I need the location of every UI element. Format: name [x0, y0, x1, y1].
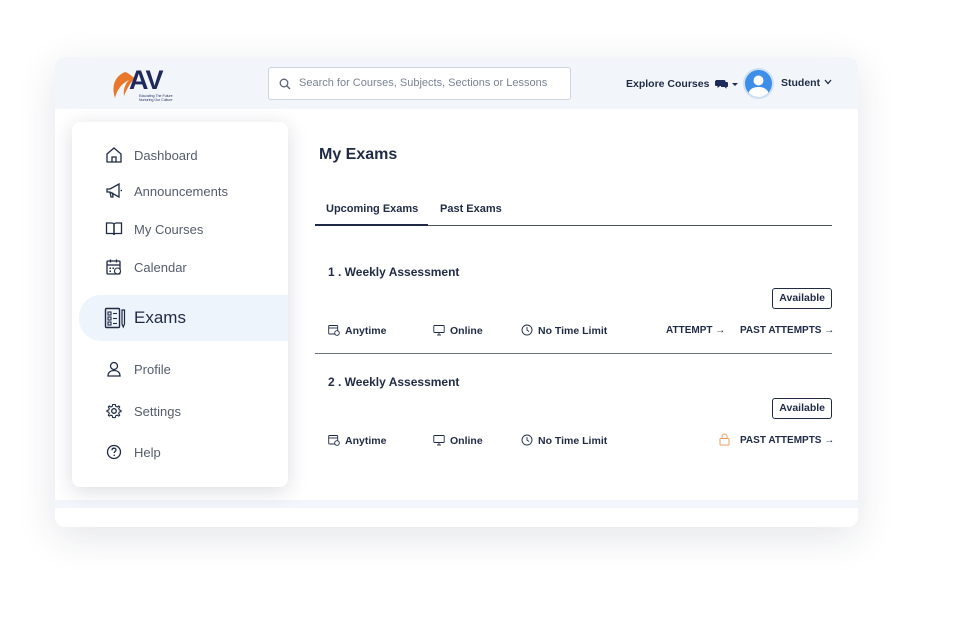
- home-icon: [106, 147, 122, 163]
- past-attempts-button[interactable]: PAST ATTEMPTS →: [740, 325, 834, 336]
- search-placeholder: Search for Courses, Subjects, Sections o…: [299, 77, 548, 89]
- sidebar-item-label: Dashboard: [134, 148, 198, 163]
- past-attempts-button[interactable]: PAST ATTEMPTS →: [740, 435, 834, 446]
- attempt-button[interactable]: ATTEMPT →: [666, 325, 725, 336]
- sidebar-item-label: Calendar: [134, 260, 187, 275]
- sidebar-item-help[interactable]: Help: [72, 437, 288, 467]
- time-limit-text: No Time Limit: [538, 325, 608, 337]
- exam-icon: [104, 307, 126, 329]
- user-name[interactable]: Student: [781, 77, 820, 89]
- logo[interactable]: AV Educating The Future Nurturing Our Cu…: [109, 65, 173, 103]
- sidebar-item-label: Settings: [134, 404, 181, 419]
- exam-card-1: 1 . Weekly Assessment Available Anytime …: [315, 265, 834, 345]
- exam-divider: [315, 353, 832, 354]
- sidebar-item-announcements[interactable]: Announcements: [72, 176, 288, 206]
- exam-card-2: 2 . Weekly Assessment Available Anytime …: [315, 375, 834, 455]
- sidebar-item-calendar[interactable]: Calendar: [72, 252, 288, 282]
- sidebar-item-my-courses[interactable]: My Courses: [72, 214, 288, 244]
- search-icon: [279, 78, 291, 90]
- exam-title: 2 . Weekly Assessment: [328, 375, 460, 389]
- sidebar-item-exams[interactable]: Exams: [79, 295, 288, 341]
- page-title: My Exams: [319, 146, 398, 163]
- calendar-icon: [106, 259, 122, 275]
- clock-icon: [521, 324, 533, 336]
- help-icon: [106, 444, 122, 460]
- clock-icon: [521, 434, 533, 446]
- user-avatar-icon: [748, 75, 769, 97]
- monitor-icon: [433, 325, 445, 336]
- logo-text: AV: [129, 65, 164, 95]
- mode-text: Online: [450, 435, 483, 447]
- footer-strip: [55, 500, 858, 508]
- active-tab-indicator: [315, 224, 428, 226]
- availability-text: Anytime: [345, 325, 387, 337]
- sidebar-item-label: Exams: [134, 308, 186, 327]
- exam-title: 1 . Weekly Assessment: [328, 265, 460, 279]
- sidebar-item-label: Announcements: [134, 184, 228, 199]
- mode-text: Online: [450, 325, 483, 337]
- chat-dropdown-icon[interactable]: [715, 78, 739, 90]
- calendar-clock-icon: [328, 325, 340, 336]
- megaphone-icon: [106, 182, 122, 199]
- gear-icon: [106, 403, 122, 419]
- top-header: AV Educating The Future Nurturing Our Cu…: [55, 57, 858, 109]
- search-input[interactable]: Search for Courses, Subjects, Sections o…: [268, 67, 571, 100]
- monitor-icon: [433, 435, 445, 446]
- logo-tagline: Educating The Future Nurturing Our Cultu…: [139, 94, 173, 102]
- sidebar-item-profile[interactable]: Profile: [72, 354, 288, 384]
- status-badge: Available: [772, 288, 832, 309]
- chevron-down-icon[interactable]: [824, 79, 832, 85]
- sidebar-item-settings[interactable]: Settings: [72, 396, 288, 426]
- status-badge: Available: [772, 398, 832, 419]
- user-avatar[interactable]: [743, 68, 774, 99]
- tab-past-exams[interactable]: Past Exams: [440, 203, 502, 215]
- book-icon: [105, 222, 123, 236]
- sidebar-item-dashboard[interactable]: Dashboard: [72, 140, 288, 170]
- tab-upcoming-exams[interactable]: Upcoming Exams: [326, 203, 418, 215]
- time-limit-text: No Time Limit: [538, 435, 608, 447]
- lock-icon: [719, 433, 730, 446]
- availability-text: Anytime: [345, 435, 387, 447]
- sidebar-item-label: My Courses: [134, 222, 204, 237]
- sidebar: Dashboard Announcements My Courses Calen…: [72, 122, 288, 487]
- sidebar-item-label: Help: [134, 445, 161, 460]
- exam-tabs: Upcoming Exams Past Exams: [315, 198, 832, 226]
- calendar-clock-icon: [328, 435, 340, 446]
- user-icon: [107, 361, 121, 377]
- sidebar-item-label: Profile: [134, 362, 171, 377]
- explore-courses-link[interactable]: Explore Courses: [626, 78, 709, 90]
